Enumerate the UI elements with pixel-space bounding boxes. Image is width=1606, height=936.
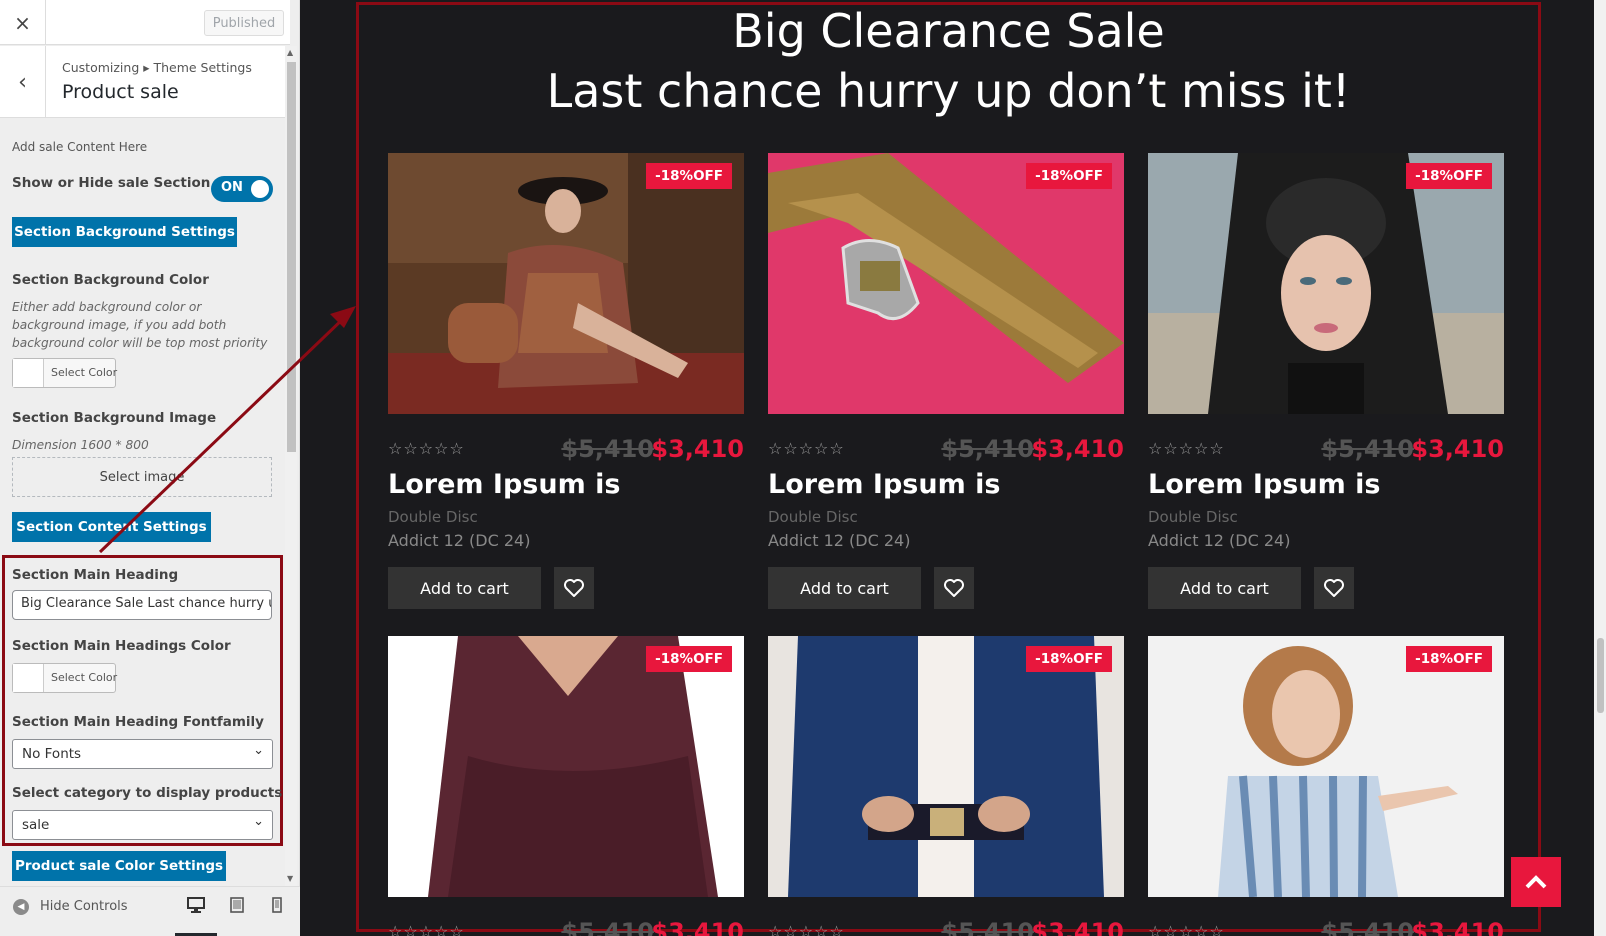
discount-badge: -18%OFF: [646, 163, 732, 189]
product-code: Addict 12 (DC 24): [1148, 531, 1291, 550]
rating-stars: ☆☆☆☆☆: [388, 439, 465, 458]
panel-footer: ◀ Hide Controls: [0, 886, 300, 936]
bg-image-dimension: Dimension 1600 * 800: [12, 438, 149, 452]
desktop-preview-icon[interactable]: [187, 897, 205, 917]
chevron-up-icon: [1525, 875, 1547, 889]
heart-icon[interactable]: [1314, 567, 1354, 609]
old-price: $5,410: [1321, 435, 1414, 463]
scroll-up-arrow-icon[interactable]: ▲: [287, 48, 293, 57]
product-category: Double Disc: [388, 508, 478, 526]
page-scrollbar-thumb[interactable]: [1597, 638, 1604, 713]
add-to-cart-button[interactable]: Add to cart: [1148, 567, 1301, 609]
show-hide-toggle[interactable]: ON: [211, 176, 273, 202]
headings-color-label: Section Main Headings Color: [12, 638, 231, 654]
chevron-down-icon: ⌄: [253, 743, 264, 758]
mobile-preview-icon[interactable]: [272, 897, 282, 917]
product-code: Addict 12 (DC 24): [388, 531, 531, 550]
heart-icon[interactable]: [934, 567, 974, 609]
color-settings-button[interactable]: Product sale Color Settings: [12, 851, 226, 881]
product-image[interactable]: -18%OFF: [1148, 153, 1504, 414]
discount-badge: -18%OFF: [1026, 163, 1112, 189]
product-image[interactable]: -18%OFF: [388, 636, 744, 897]
discount-badge: -18%OFF: [1026, 646, 1112, 672]
product-image[interactable]: -18%OFF: [768, 636, 1124, 897]
fontfamily-label: Section Main Heading Fontfamily: [12, 714, 264, 730]
select-color-label: Select Color: [51, 671, 118, 684]
panel-top-bar: × Published: [0, 0, 290, 45]
customizer-panel: × Published ‹ Customizing ▸ Theme Settin…: [0, 0, 300, 936]
published-button[interactable]: Published: [204, 10, 284, 36]
product-category: Double Disc: [1148, 508, 1238, 526]
main-heading-input[interactable]: Big Clearance Sale Last chance hurry up …: [12, 590, 272, 620]
sale-price: $3,410: [1411, 918, 1504, 936]
product-image[interactable]: -18%OFF: [768, 153, 1124, 414]
back-icon[interactable]: ‹: [0, 46, 46, 118]
product-image[interactable]: -18%OFF: [1148, 636, 1504, 897]
old-price: $5,410: [941, 918, 1034, 936]
product-image[interactable]: -18%OFF: [388, 153, 744, 414]
add-to-cart-button[interactable]: Add to cart: [388, 567, 541, 609]
fontfamily-select[interactable]: No Fonts ⌄: [12, 739, 273, 769]
select-image-button[interactable]: Select image: [12, 457, 272, 497]
page-scrollbar[interactable]: [1594, 0, 1606, 936]
tablet-preview-icon[interactable]: [230, 897, 244, 917]
hide-controls-icon[interactable]: ◀: [13, 899, 29, 915]
rating-stars: ☆☆☆☆☆: [768, 439, 845, 458]
product-category: Double Disc: [768, 508, 858, 526]
category-select[interactable]: sale ⌄: [12, 810, 273, 840]
chevron-down-icon: ⌄: [253, 814, 264, 829]
hide-controls-label[interactable]: Hide Controls: [40, 899, 128, 914]
color-swatch: [13, 359, 44, 387]
product-name[interactable]: Lorem Ipsum is: [768, 469, 1000, 500]
sale-heading-line1: Big Clearance Sale: [732, 4, 1165, 58]
main-heading-label: Section Main Heading: [12, 567, 179, 583]
section-header: ‹ Customizing ▸ Theme Settings Product s…: [0, 46, 285, 118]
sale-price: $3,410: [1031, 918, 1124, 936]
old-price: $5,410: [561, 918, 654, 936]
toggle-knob: [251, 180, 269, 198]
fontfamily-value: No Fonts: [22, 746, 82, 762]
breadcrumb: Customizing ▸ Theme Settings: [62, 60, 252, 75]
rating-stars: ☆☆☆☆☆: [388, 922, 465, 936]
rating-stars: ☆☆☆☆☆: [768, 922, 845, 936]
heart-icon[interactable]: [554, 567, 594, 609]
bg-image-label: Section Background Image: [12, 410, 217, 426]
sale-price: $3,410: [651, 435, 744, 463]
bg-color-label: Section Background Color: [12, 272, 209, 288]
show-hide-label: Show or Hide sale Section: [12, 175, 211, 191]
old-price: $5,410: [561, 435, 654, 463]
bg-settings-button[interactable]: Section Background Settings: [12, 217, 237, 247]
product-code: Addict 12 (DC 24): [768, 531, 911, 550]
rating-stars: ☆☆☆☆☆: [1148, 922, 1225, 936]
select-color-label: Select Color: [51, 366, 118, 379]
color-swatch: [13, 664, 44, 692]
bg-color-description: Either add background color or backgroun…: [12, 300, 268, 350]
scroll-down-arrow-icon[interactable]: ▼: [287, 874, 293, 883]
heading-select-color-button[interactable]: Select Color: [12, 663, 118, 693]
close-icon[interactable]: ×: [0, 0, 46, 45]
sale-price: $3,410: [651, 918, 744, 936]
panel-title: Product sale: [62, 81, 179, 103]
category-value: sale: [22, 817, 50, 833]
back-to-top-button[interactable]: [1511, 857, 1561, 907]
product-name[interactable]: Lorem Ipsum is: [388, 469, 620, 500]
sale-heading-line2: Last chance hurry up don’t miss it!: [546, 64, 1351, 118]
content-settings-button[interactable]: Section Content Settings: [12, 512, 211, 542]
toggle-state: ON: [221, 180, 243, 195]
discount-badge: -18%OFF: [1406, 163, 1492, 189]
bg-select-color-button[interactable]: Select Color: [12, 358, 118, 388]
discount-badge: -18%OFF: [1406, 646, 1492, 672]
product-name[interactable]: Lorem Ipsum is: [1148, 469, 1380, 500]
discount-badge: -18%OFF: [646, 646, 732, 672]
add-content-note: Add sale Content Here: [12, 140, 148, 154]
old-price: $5,410: [1321, 918, 1414, 936]
old-price: $5,410: [941, 435, 1034, 463]
sale-price: $3,410: [1411, 435, 1504, 463]
add-to-cart-button[interactable]: Add to cart: [768, 567, 921, 609]
sale-price: $3,410: [1031, 435, 1124, 463]
panel-scrollbar-thumb[interactable]: [287, 62, 296, 452]
rating-stars: ☆☆☆☆☆: [1148, 439, 1225, 458]
category-label: Select category to display products: [12, 785, 283, 801]
